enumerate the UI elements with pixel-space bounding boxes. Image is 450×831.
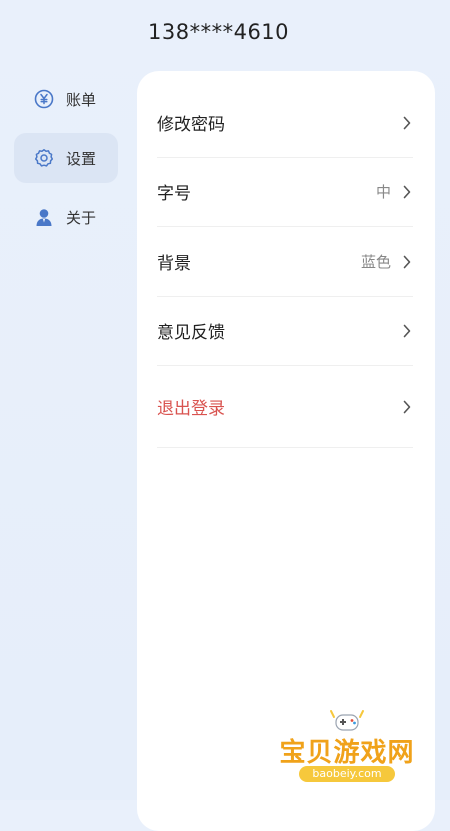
- watermark-logo: 宝贝游戏网 baobeiy.com: [272, 706, 422, 788]
- row-value: 蓝色: [360, 253, 391, 271]
- chevron-right-icon: [401, 400, 413, 414]
- phone-number: 138****4610: [148, 20, 290, 44]
- sidebar: 账单 设置 关于: [14, 74, 118, 251]
- row-label: 意见反馈: [157, 323, 225, 343]
- row-font-size[interactable]: 字号 中: [157, 157, 413, 227]
- row-change-password[interactable]: 修改密码: [157, 88, 413, 158]
- sidebar-item-label: 设置: [66, 149, 97, 168]
- row-label: 背景: [157, 254, 191, 274]
- yen-icon: [34, 89, 54, 109]
- row-label: 修改密码: [157, 115, 225, 135]
- row-label: 字号: [157, 184, 191, 204]
- chevron-right-icon: [401, 185, 413, 199]
- sidebar-item-label: 关于: [66, 208, 97, 227]
- row-background[interactable]: 背景 蓝色: [157, 227, 413, 297]
- chevron-right-icon: [401, 255, 413, 269]
- gear-icon: [34, 148, 54, 168]
- sidebar-item-settings[interactable]: 设置: [14, 133, 118, 183]
- chevron-right-icon: [401, 116, 413, 130]
- sidebar-item-bill[interactable]: 账单: [14, 74, 118, 124]
- watermark-url: baobeiy.com: [299, 766, 395, 782]
- row-logout[interactable]: 退出登录: [157, 366, 413, 448]
- user-icon: [34, 207, 54, 227]
- row-feedback[interactable]: 意见反馈: [157, 296, 413, 366]
- gamepad-icon: [327, 708, 367, 732]
- sidebar-item-label: 账单: [66, 90, 97, 109]
- row-label: 退出登录: [157, 399, 225, 419]
- sidebar-item-about[interactable]: 关于: [14, 192, 118, 242]
- row-value: 中: [375, 183, 391, 201]
- chevron-right-icon: [401, 324, 413, 338]
- watermark-title: 宝贝游戏网: [279, 738, 415, 768]
